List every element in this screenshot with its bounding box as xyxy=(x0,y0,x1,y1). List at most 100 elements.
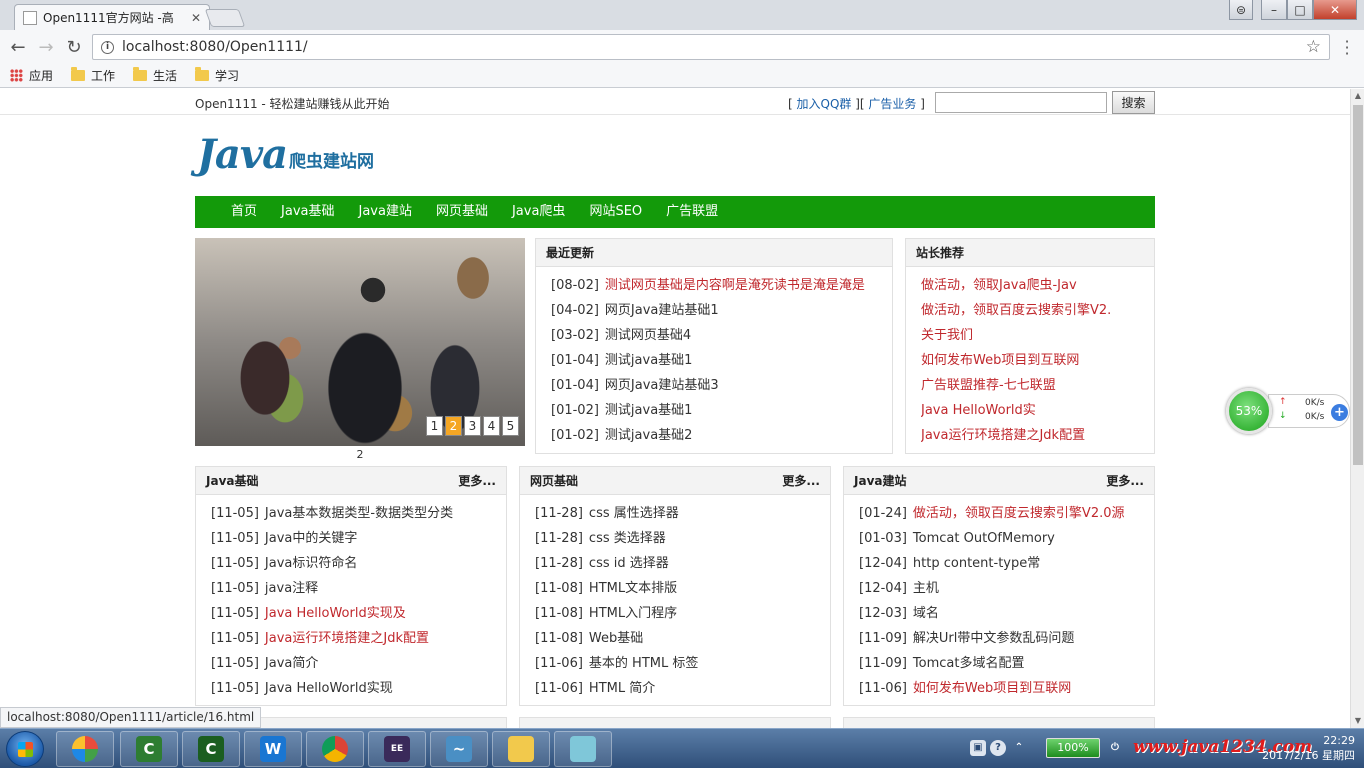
more-link[interactable]: 更多... xyxy=(782,472,820,489)
article-title-link[interactable]: Java运行环境搭建之Jdk配置 xyxy=(265,631,429,646)
user-profile-icon[interactable]: ⊜ xyxy=(1229,0,1253,20)
article-title-link[interactable]: java注释 xyxy=(265,581,318,596)
article-list-item[interactable]: [11-06] 如何发布Web项目到互联网 xyxy=(859,676,1154,701)
article-list-item[interactable]: [12-04] 主机 xyxy=(859,576,1154,601)
slide-page-button-active[interactable]: 2 xyxy=(445,416,462,436)
article-title-link[interactable]: 测试网页基础是内容啊是淹死读书是淹是淹是 xyxy=(605,278,865,293)
taskbar-app[interactable] xyxy=(554,731,612,767)
article-list-item[interactable]: [11-05] java注释 xyxy=(211,576,506,601)
article-title-link[interactable]: HTML文本排版 xyxy=(589,581,677,596)
slide-page-button[interactable]: 3 xyxy=(464,416,481,436)
slide-page-button[interactable]: 4 xyxy=(483,416,500,436)
article-list-item[interactable]: [08-02] 测试网页基础是内容啊是淹死读书是淹是淹是 xyxy=(551,273,892,298)
article-list-item[interactable]: [01-03] Tomcat OutOfMemory xyxy=(859,526,1154,551)
image-slideshow[interactable]: 1 2 3 4 5 xyxy=(195,238,525,446)
tab-close-icon[interactable]: ✕ xyxy=(191,11,201,25)
taskbar-app[interactable] xyxy=(306,731,364,767)
reload-icon[interactable]: ↻ xyxy=(63,36,85,58)
recommend-link[interactable]: 广告联盟推荐-七七联盟 xyxy=(921,373,1154,398)
recommend-link[interactable]: 做活动，领取Java爬虫-Jav xyxy=(921,273,1154,298)
article-list-item[interactable]: [01-04] 网页Java建站基础3 xyxy=(551,373,892,398)
address-bar[interactable]: i localhost:8080/Open1111/ ☆ xyxy=(92,34,1330,60)
recommend-link[interactable]: Java运行环境搭建之Jdk配置 xyxy=(921,423,1154,448)
article-list-item[interactable]: [11-28] css 类选择器 xyxy=(535,526,830,551)
window-close-icon[interactable]: ✕ xyxy=(1313,0,1357,20)
article-title-link[interactable]: 测试java基础2 xyxy=(605,428,693,443)
article-title-link[interactable]: HTML入门程序 xyxy=(589,606,677,621)
article-title-link[interactable]: Java HelloWorld实现 xyxy=(265,681,393,696)
ad-business-link[interactable]: 广告业务 xyxy=(868,97,916,111)
article-title-link[interactable]: Java标识符命名 xyxy=(265,556,357,571)
taskbar-app[interactable]: W xyxy=(244,731,302,767)
network-speed-widget[interactable]: ↑ 0K/s ↓ 0K/s + 53% xyxy=(1226,388,1350,434)
article-title-link[interactable]: Tomcat OutOfMemory xyxy=(913,531,1055,546)
article-list-item[interactable]: [11-05] Java简介 xyxy=(211,651,506,676)
scroll-down-icon[interactable]: ▼ xyxy=(1351,714,1364,728)
article-list-item[interactable]: [01-02] 测试java基础2 xyxy=(551,423,892,448)
taskbar-app[interactable]: C xyxy=(120,731,178,767)
battery-indicator[interactable]: 100% xyxy=(1046,738,1100,758)
article-list-item[interactable]: [11-28] css 属性选择器 xyxy=(535,501,830,526)
power-plug-icon[interactable]: ⏻ xyxy=(1107,740,1123,756)
site-logo[interactable]: Java 爬虫建站网 xyxy=(197,129,374,175)
recommend-link[interactable]: 如何发布Web项目到互联网 xyxy=(921,348,1154,373)
taskbar-app[interactable]: C xyxy=(182,731,240,767)
article-title-link[interactable]: 网页Java建站基础3 xyxy=(605,378,719,393)
article-title-link[interactable]: 基本的 HTML 标签 xyxy=(589,656,698,671)
memory-usage-ball[interactable]: 53% xyxy=(1226,388,1272,434)
article-title-link[interactable]: 解决Url带中文参数乱码问题 xyxy=(913,631,1074,646)
article-list-item[interactable]: [12-03] 域名 xyxy=(859,601,1154,626)
nav-item-java-basics[interactable]: Java基础 xyxy=(269,196,346,228)
article-title-link[interactable]: 测试java基础1 xyxy=(605,403,693,418)
bookmark-star-icon[interactable]: ☆ xyxy=(1306,37,1321,57)
article-title-link[interactable]: 网页Java建站基础1 xyxy=(605,303,719,318)
recommend-link[interactable]: 关于我们 xyxy=(921,323,1154,348)
nav-item-java-site[interactable]: Java建站 xyxy=(346,196,423,228)
forward-icon[interactable]: → xyxy=(35,36,57,58)
bookmark-apps[interactable]: 应用 xyxy=(10,67,53,84)
nav-item-home[interactable]: 首页 xyxy=(219,196,269,228)
article-list-item[interactable]: [12-04] http content-type常 xyxy=(859,551,1154,576)
article-title-link[interactable]: 域名 xyxy=(913,606,939,621)
article-title-link[interactable]: css 类选择器 xyxy=(589,531,666,546)
system-clock[interactable]: 22:29 2017/2/16 星期四 xyxy=(1245,733,1355,763)
article-list-item[interactable]: [04-02] 网页Java建站基础1 xyxy=(551,298,892,323)
bookmark-folder-study[interactable]: 学习 xyxy=(195,67,239,84)
recommend-link[interactable]: 做活动，领取百度云搜索引擎V2. xyxy=(921,298,1154,323)
article-title-link[interactable]: Java中的关键字 xyxy=(265,531,357,546)
help-icon[interactable]: ? xyxy=(990,740,1006,756)
nav-item-java-crawler[interactable]: Java爬虫 xyxy=(500,196,577,228)
browser-menu-icon[interactable]: · · · xyxy=(1340,34,1354,62)
article-list-item[interactable]: [11-28] css id 选择器 xyxy=(535,551,830,576)
article-list-item[interactable]: [11-05] Java标识符命名 xyxy=(211,551,506,576)
search-input[interactable] xyxy=(935,92,1107,113)
nav-item-ad-alliance[interactable]: 广告联盟 xyxy=(654,196,730,228)
more-link[interactable]: 更多... xyxy=(458,472,496,489)
article-title-link[interactable]: http content-type常 xyxy=(913,556,1040,571)
tray-app-icon[interactable]: ▣ xyxy=(970,740,986,756)
article-list-item[interactable]: [11-05] Java基本数据类型-数据类型分类 xyxy=(211,501,506,526)
scrollbar-thumb[interactable] xyxy=(1353,105,1363,465)
article-list-item[interactable]: [11-05] Java运行环境搭建之Jdk配置 xyxy=(211,626,506,651)
article-title-link[interactable]: 测试java基础1 xyxy=(605,353,693,368)
article-title-link[interactable]: css 属性选择器 xyxy=(589,506,679,521)
page-scrollbar[interactable]: ▲ ▼ xyxy=(1350,89,1364,728)
minimize-icon[interactable]: – xyxy=(1261,0,1287,20)
article-list-item[interactable]: [11-06] 基本的 HTML 标签 xyxy=(535,651,830,676)
article-list-item[interactable]: [01-04] 测试java基础1 xyxy=(551,348,892,373)
article-list-item[interactable]: [11-06] HTML 简介 xyxy=(535,676,830,701)
slide-page-button[interactable]: 1 xyxy=(426,416,443,436)
search-button[interactable]: 搜索 xyxy=(1112,91,1155,114)
article-list-item[interactable]: [11-05] Java HelloWorld实现 xyxy=(211,676,506,701)
site-info-icon[interactable]: i xyxy=(101,40,114,54)
bookmark-folder-work[interactable]: 工作 xyxy=(71,67,115,84)
article-list-item[interactable]: [11-05] Java HelloWorld实现及 xyxy=(211,601,506,626)
recommend-link[interactable]: Java HelloWorld实 xyxy=(921,398,1154,423)
article-list-item[interactable]: [11-08] Web基础 xyxy=(535,626,830,651)
article-title-link[interactable]: 主机 xyxy=(913,581,939,596)
article-title-link[interactable]: 做活动，领取百度云搜索引擎V2.0源 xyxy=(913,506,1125,521)
article-title-link[interactable]: css id 选择器 xyxy=(589,556,669,571)
article-list-item[interactable]: [11-05] Java中的关键字 xyxy=(211,526,506,551)
tray-overflow-icon[interactable]: ⌃ xyxy=(1011,740,1027,756)
scroll-up-icon[interactable]: ▲ xyxy=(1351,89,1364,103)
